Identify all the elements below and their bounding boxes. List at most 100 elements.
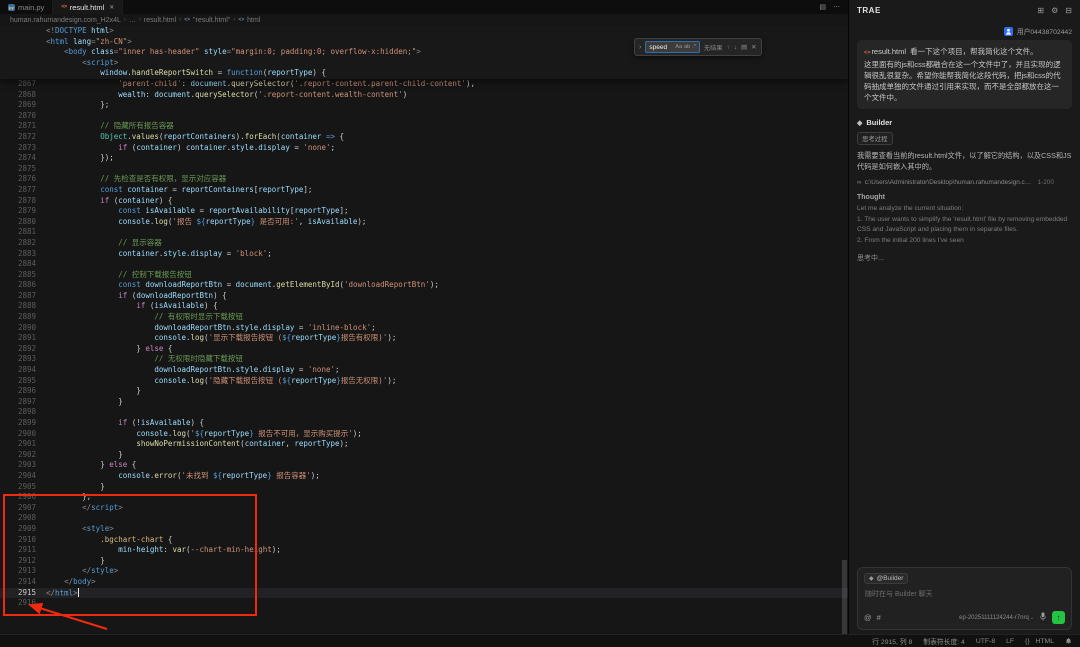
line-number[interactable]: 2886 [0,280,46,291]
line-number[interactable]: 2912 [0,556,46,567]
line-number[interactable]: 2914 [0,577,46,588]
line-number[interactable]: 2891 [0,333,46,344]
code-line[interactable]: 2907 </script> [0,503,848,514]
line-number[interactable]: 2908 [0,513,46,524]
language-mode[interactable]: {} HTML [1025,638,1054,645]
line-number[interactable]: 2904 [0,471,46,482]
notifications-bell-icon[interactable] [1065,637,1072,645]
line-number[interactable]: 2871 [0,121,46,132]
breadcrumb-folder[interactable]: human.rahumandesign.com_H2x4L [10,17,121,24]
code-line[interactable]: 2890 downloadReportBtn.style.display = '… [0,323,848,334]
code-line[interactable]: 2894 downloadReportBtn.style.display = '… [0,365,848,376]
code-line[interactable]: 2870 [0,111,848,122]
line-number[interactable]: 2916 [0,598,46,609]
line-number[interactable]: 2878 [0,196,46,207]
code-line[interactable]: 2893 // 无权限时隐藏下载按钮 [0,354,848,365]
code-line[interactable]: 2908 [0,513,848,524]
code-line[interactable]: 2867 'parent-child': document.querySelec… [0,79,848,90]
code-line[interactable]: 2903 } else { [0,460,848,471]
code-line[interactable]: 2875 [0,164,848,175]
code-line[interactable]: 2915</html> [0,588,848,599]
code-line[interactable]: 2892 } else { [0,344,848,355]
line-number[interactable]: 2903 [0,460,46,471]
code-line[interactable]: 2897 } [0,397,848,408]
match-case-icon[interactable]: Aa [675,44,682,50]
code-line[interactable]: 2913 </style> [0,566,848,577]
line-number[interactable]: 2911 [0,545,46,556]
toggle-replace-icon[interactable]: › [639,44,641,51]
code-line[interactable]: 2876 // 先检查是否有权限，显示对应容器 [0,174,848,185]
code-line[interactable]: 2880 console.log('报告 ${reportType} 是否可用:… [0,217,848,228]
line-number[interactable]: 2877 [0,185,46,196]
code-line[interactable]: 2868 wealth: document.querySelector('.re… [0,90,848,101]
chat-history[interactable]: 用户04438702442 <>result.html 看一下这个项目，帮我简化… [849,20,1080,561]
breadcrumb-symbol-html[interactable]: html [247,17,260,24]
find-in-selection-icon[interactable]: ▤ [741,43,747,51]
line-number[interactable]: 2876 [0,174,46,185]
close-search-icon[interactable]: ✕ [751,43,756,51]
line-number[interactable]: 2889 [0,312,46,323]
code-line[interactable]: 2874 }); [0,153,848,164]
code-line[interactable]: 2878 if (container) { [0,196,848,207]
microphone-icon[interactable] [1039,612,1047,623]
line-number[interactable]: 2902 [0,450,46,461]
line-number[interactable]: 2888 [0,301,46,312]
breadcrumb-symbol-title[interactable]: "result.html" [193,17,230,24]
code-line[interactable]: <script> [0,58,848,69]
line-number[interactable] [0,37,46,48]
code-line[interactable]: 2911 min-height: var(--chart-min-height)… [0,545,848,556]
code-line[interactable]: 2902 } [0,450,848,461]
settings-gear-icon[interactable]: ⚙ [1051,6,1058,15]
previous-match-icon[interactable]: ↑ [726,44,729,51]
close-tab-icon[interactable]: ✕ [109,4,114,11]
line-number[interactable]: 2875 [0,164,46,175]
tab-result-html[interactable]: <> result.html ✕ [53,0,123,14]
tab-main-py[interactable]: py main.py [0,0,53,14]
line-number[interactable]: 2909 [0,524,46,535]
code-line[interactable]: 2895 console.log('隐藏下载报告按钮 (${reportType… [0,376,848,387]
line-number[interactable]: 2882 [0,238,46,249]
code-line[interactable]: 2883 container.style.display = 'block'; [0,249,848,260]
line-number[interactable]: 2898 [0,407,46,418]
code-line[interactable]: 2877 const container = reportContainers[… [0,185,848,196]
line-number[interactable]: 2873 [0,143,46,154]
code-line[interactable]: 2899 if (!isAvailable) { [0,418,848,429]
line-number[interactable]: 2879 [0,206,46,217]
code-line[interactable]: 2914 </body> [0,577,848,588]
line-number[interactable]: 2910 [0,535,46,546]
line-number[interactable]: 2872 [0,132,46,143]
search-query[interactable]: speed [649,44,673,51]
line-number[interactable]: 2899 [0,418,46,429]
file-read-reference[interactable]: ∞ c:\Users\Administrator\Desktop\human.r… [857,179,1072,186]
code-line[interactable]: 2869 }; [0,100,848,111]
code-line[interactable]: 2910 .bgchart-chart { [0,535,848,546]
code-line[interactable]: 2905 } [0,482,848,493]
file-reference-chip[interactable]: <>result.html [864,47,906,56]
code-line[interactable]: window.handleReportSwitch = function(rep… [0,68,848,79]
line-number[interactable]: 2881 [0,227,46,238]
send-button[interactable]: ↑ [1052,611,1065,624]
line-number[interactable]: 2897 [0,397,46,408]
hash-icon[interactable]: # [877,613,881,622]
add-context-icon[interactable]: @ [864,613,872,622]
line-number[interactable]: 2885 [0,270,46,281]
line-number[interactable] [0,47,46,58]
code-editor[interactable]: › speed Aa ab .* 无结果 ↑ ↓ ▤ ✕ <!DOCTYPE h… [0,26,848,634]
encoding-setting[interactable]: UTF-8 [976,638,995,645]
code-line[interactable]: 2916 [0,598,848,609]
code-line[interactable]: 2884 [0,259,848,270]
builder-context-chip[interactable]: ◆ @Builder [864,573,908,584]
breadcrumb-ellipsis[interactable]: … [129,17,136,24]
code-line[interactable]: 2896 } [0,386,848,397]
cursor-position[interactable]: 行 2915, 列 8 [872,636,912,646]
line-number[interactable]: 2893 [0,354,46,365]
code-line[interactable]: 2885 // 控制下载报告按钮 [0,270,848,281]
thinking-process-chip[interactable]: 思考过程 [857,132,893,145]
line-number[interactable]: 2869 [0,100,46,111]
chat-input[interactable]: 随时在与 Builder 聊天 [865,589,1064,599]
code-line[interactable]: 2888 if (isAvailable) { [0,301,848,312]
split-editor-icon[interactable]: ▤ [819,3,826,11]
model-selector[interactable]: ep-20251111124244-r7nrq⌄ [959,615,1034,621]
line-number[interactable]: 2870 [0,111,46,122]
line-number[interactable]: 2896 [0,386,46,397]
